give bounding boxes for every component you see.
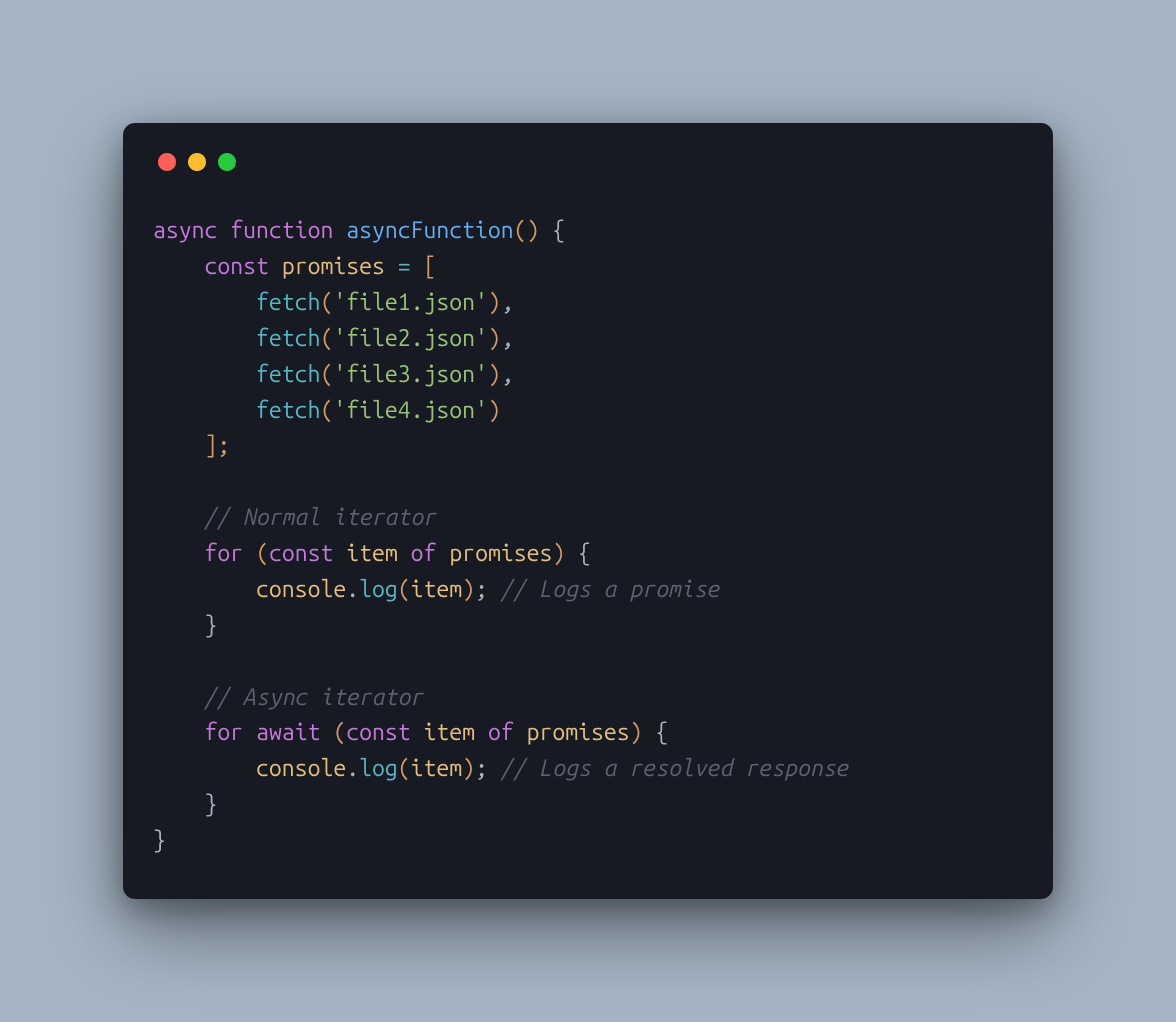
paren-close: ) xyxy=(488,326,501,351)
identifier-promises: promises xyxy=(282,254,385,279)
paren-open: ( xyxy=(398,577,411,602)
bracket-open: [ xyxy=(424,254,437,279)
paren-close: ) xyxy=(630,720,643,745)
method-log: log xyxy=(359,756,398,781)
keyword-async: async xyxy=(153,218,217,243)
brace-close: } xyxy=(153,828,166,853)
code-window: async function asyncFunction() { const p… xyxy=(123,123,1053,899)
keyword-const: const xyxy=(205,254,269,279)
function-name: asyncFunction xyxy=(346,218,513,243)
window-controls xyxy=(158,153,1023,171)
fn-fetch: fetch xyxy=(256,362,320,387)
paren-open: ( xyxy=(320,290,333,315)
paren-close: ) xyxy=(488,362,501,387)
brace-open: { xyxy=(552,218,565,243)
comma: , xyxy=(501,290,514,315)
comma: , xyxy=(501,362,514,387)
paren-open: ( xyxy=(320,362,333,387)
keyword-function: function xyxy=(230,218,333,243)
paren-open: ( xyxy=(320,326,333,351)
identifier-item: item xyxy=(346,541,398,566)
semicolon: ; xyxy=(475,756,488,781)
keyword-const: const xyxy=(346,720,410,745)
keyword-of: of xyxy=(411,541,437,566)
keyword-for: for xyxy=(205,541,244,566)
bracket-close: ]; xyxy=(205,433,231,458)
paren-close: ) xyxy=(552,541,565,566)
minimize-icon[interactable] xyxy=(188,153,206,171)
comment-logs-promise: // Logs a promise xyxy=(501,577,720,602)
paren-close: ) xyxy=(488,398,501,423)
string-file4: 'file4.json' xyxy=(333,398,488,423)
brace-open: { xyxy=(655,720,668,745)
identifier-item: item xyxy=(411,577,463,602)
identifier-promises: promises xyxy=(527,720,630,745)
brace-close: } xyxy=(205,792,218,817)
string-file1: 'file1.json' xyxy=(333,290,488,315)
comma: , xyxy=(501,326,514,351)
method-log: log xyxy=(359,577,398,602)
paren-close: ) xyxy=(527,218,540,243)
comment-async-iterator: // Async iterator xyxy=(205,685,424,710)
comment-logs-resolved: // Logs a resolved response xyxy=(501,756,849,781)
keyword-for: for xyxy=(205,720,244,745)
code-block: async function asyncFunction() { const p… xyxy=(153,213,1023,859)
paren-close: ) xyxy=(488,290,501,315)
identifier-console: console xyxy=(256,756,346,781)
fn-fetch: fetch xyxy=(256,326,320,351)
dot: . xyxy=(346,577,359,602)
paren-open: ( xyxy=(256,541,269,566)
string-file2: 'file2.json' xyxy=(333,326,488,351)
brace-close: } xyxy=(205,613,218,638)
brace-open: { xyxy=(578,541,591,566)
paren-open: ( xyxy=(320,398,333,423)
paren-open: ( xyxy=(398,756,411,781)
fn-fetch: fetch xyxy=(256,290,320,315)
semicolon: ; xyxy=(475,577,488,602)
dot: . xyxy=(346,756,359,781)
paren-open: ( xyxy=(333,720,346,745)
operator-equals: = xyxy=(398,254,411,279)
comment-normal-iterator: // Normal iterator xyxy=(205,505,437,530)
identifier-console: console xyxy=(256,577,346,602)
keyword-await: await xyxy=(256,720,320,745)
identifier-promises: promises xyxy=(449,541,552,566)
keyword-of: of xyxy=(488,720,514,745)
paren-close: ) xyxy=(462,577,475,602)
fn-fetch: fetch xyxy=(256,398,320,423)
keyword-const: const xyxy=(269,541,333,566)
identifier-item: item xyxy=(424,720,476,745)
string-file3: 'file3.json' xyxy=(333,362,488,387)
paren-close: ) xyxy=(462,756,475,781)
paren-open: ( xyxy=(514,218,527,243)
maximize-icon[interactable] xyxy=(218,153,236,171)
identifier-item: item xyxy=(411,756,463,781)
close-icon[interactable] xyxy=(158,153,176,171)
